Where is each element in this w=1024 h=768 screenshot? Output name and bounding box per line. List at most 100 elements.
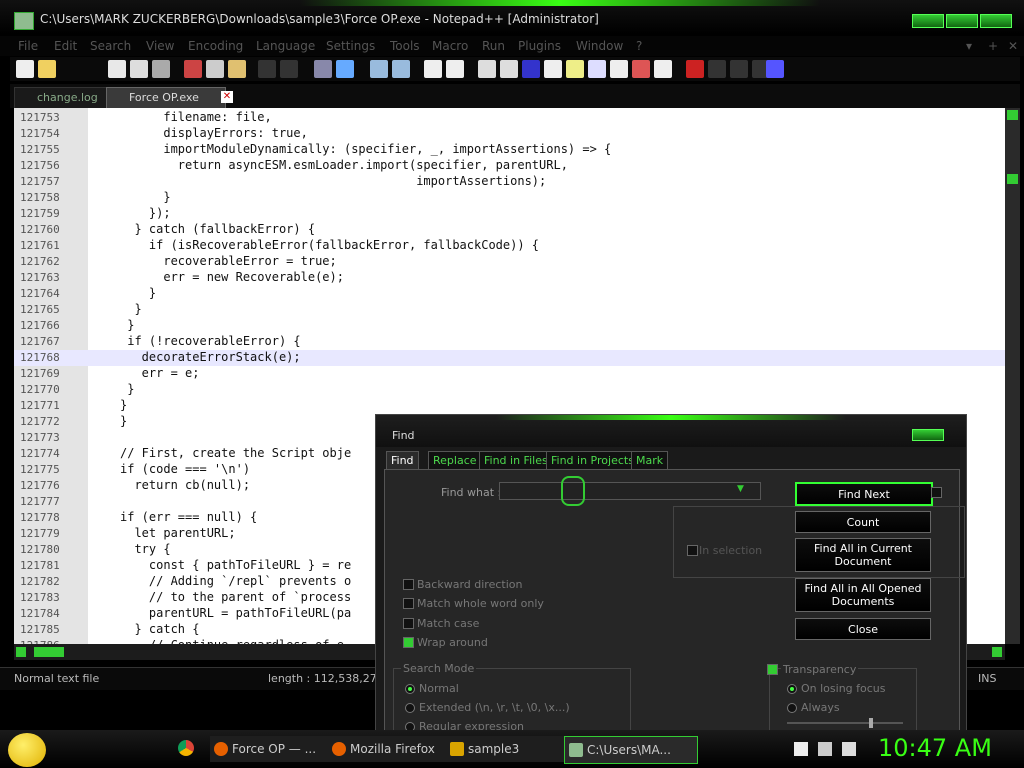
drag-handle-icon[interactable] xyxy=(561,476,585,506)
menu-close-doc-icon[interactable]: ✕ xyxy=(1008,39,1018,53)
firefox-icon xyxy=(214,742,228,756)
menu-help[interactable]: ? xyxy=(636,39,642,53)
transparency-slider-thumb[interactable] xyxy=(869,718,873,728)
print-icon[interactable] xyxy=(152,60,170,78)
monitoring-icon[interactable] xyxy=(632,60,650,78)
menu-plugins[interactable]: Plugins xyxy=(518,39,561,53)
cut-icon[interactable] xyxy=(184,60,202,78)
chevron-down-icon[interactable]: ▼ xyxy=(737,484,744,494)
menu-macro[interactable]: Macro xyxy=(432,39,468,53)
scroll-right-icon[interactable] xyxy=(992,647,1002,657)
network-icon[interactable] xyxy=(818,742,832,756)
menu-dropdown-icon[interactable]: ▾ xyxy=(966,39,972,53)
start-smiley-icon[interactable] xyxy=(8,733,46,767)
tab-find[interactable]: Find xyxy=(386,451,419,471)
action-center-flag-icon[interactable] xyxy=(794,742,808,756)
horizontal-scroll-thumb[interactable] xyxy=(34,647,64,657)
whole-word-checkbox[interactable] xyxy=(403,598,414,609)
code-line: 121767 if (!recoverableError) { xyxy=(14,334,1005,350)
find-close-button[interactable] xyxy=(912,429,944,441)
minimize-button[interactable] xyxy=(912,14,944,28)
find-dialog-titlebar[interactable]: Find xyxy=(376,415,966,447)
save-icon[interactable] xyxy=(108,60,126,78)
scroll-left-icon[interactable] xyxy=(16,647,26,657)
menu-search[interactable]: Search xyxy=(90,39,131,53)
indent-guide-icon[interactable] xyxy=(522,60,540,78)
scroll-thumb[interactable] xyxy=(1007,174,1018,184)
menu-run[interactable]: Run xyxy=(482,39,505,53)
extended-mode-radio[interactable] xyxy=(405,703,415,713)
tab-mark[interactable]: Mark xyxy=(631,451,669,471)
volume-icon[interactable] xyxy=(842,742,856,756)
close-icon[interactable]: ✕ xyxy=(221,91,233,103)
vertical-scrollbar[interactable] xyxy=(1005,108,1020,644)
function-list-icon[interactable] xyxy=(588,60,606,78)
undo-icon[interactable] xyxy=(258,60,276,78)
transparency-slider[interactable] xyxy=(787,718,903,728)
language-icon[interactable] xyxy=(544,60,562,78)
tab-force-op-exe[interactable]: Force OP.exe ✕ xyxy=(106,87,233,109)
doc-map-icon[interactable] xyxy=(566,60,584,78)
zoom-in-icon[interactable] xyxy=(370,60,388,78)
play-macro-icon[interactable] xyxy=(730,60,748,78)
find-all-current-button[interactable]: Find All in Current Document xyxy=(795,538,931,572)
tab-change-log[interactable]: change.log ✕ xyxy=(14,87,127,109)
task-firefox[interactable]: Mozilla Firefox xyxy=(328,736,460,762)
count-button[interactable]: Count xyxy=(795,511,931,533)
code-line: 121761 if (isRecoverableError(fallbackEr… xyxy=(14,238,1005,254)
backward-direction-checkbox[interactable] xyxy=(403,579,414,590)
menu-view[interactable]: View xyxy=(146,39,174,53)
wrap-around-checkbox[interactable] xyxy=(403,637,414,648)
chrome-icon[interactable] xyxy=(178,740,194,756)
find-all-opened-button[interactable]: Find All in All Opened Documents xyxy=(795,578,931,612)
save-all-icon[interactable] xyxy=(130,60,148,78)
tab-find-in-projects[interactable]: Find in Projects xyxy=(546,451,639,471)
replace-icon[interactable] xyxy=(336,60,354,78)
zoom-out-icon[interactable] xyxy=(392,60,410,78)
find-next-option-checkbox[interactable] xyxy=(931,487,942,498)
on-losing-focus-radio[interactable] xyxy=(787,684,797,694)
menu-file[interactable]: File xyxy=(18,39,38,53)
close-button[interactable]: Close xyxy=(795,618,931,640)
clock[interactable]: 10:47 AM xyxy=(878,734,992,762)
line-number: 121774 xyxy=(20,447,60,460)
menu-restore-icon[interactable]: + xyxy=(988,39,998,53)
open-file-icon[interactable] xyxy=(38,60,56,78)
find-next-button[interactable]: Find Next xyxy=(795,482,933,506)
paste-icon[interactable] xyxy=(228,60,246,78)
menu-settings[interactable]: Settings xyxy=(326,39,375,53)
menu-language[interactable]: Language xyxy=(256,39,315,53)
menu-encoding[interactable]: Encoding xyxy=(188,39,243,53)
task-force-op[interactable]: Force OP — ... xyxy=(210,736,342,762)
always-radio[interactable] xyxy=(787,703,797,713)
stop-macro-icon[interactable] xyxy=(708,60,726,78)
find-what-input[interactable] xyxy=(499,482,761,500)
find-icon[interactable] xyxy=(314,60,332,78)
close-window-button[interactable] xyxy=(980,14,1012,28)
normal-mode-radio[interactable] xyxy=(405,684,415,694)
task-sample3[interactable]: sample3 xyxy=(446,736,578,762)
menu-window[interactable]: Window xyxy=(576,39,623,53)
redo-icon[interactable] xyxy=(280,60,298,78)
show-all-chars-icon[interactable] xyxy=(500,60,518,78)
transparency-checkbox[interactable] xyxy=(767,664,778,675)
new-file-icon[interactable] xyxy=(16,60,34,78)
task-notepadpp[interactable]: C:\Users\MA... xyxy=(564,736,698,764)
word-wrap-icon[interactable] xyxy=(478,60,496,78)
scroll-up-icon[interactable] xyxy=(1007,110,1018,120)
match-case-checkbox[interactable] xyxy=(403,618,414,629)
in-selection-checkbox[interactable] xyxy=(687,545,698,556)
title-bar: C:\Users\MARK ZUCKERBERG\Downloads\sampl… xyxy=(0,0,1024,34)
maximize-button[interactable] xyxy=(946,14,978,28)
eye-icon[interactable] xyxy=(654,60,672,78)
tab-find-in-files[interactable]: Find in Files xyxy=(479,451,553,471)
copy-icon[interactable] xyxy=(206,60,224,78)
sync-vertical-icon[interactable] xyxy=(424,60,442,78)
sync-horizontal-icon[interactable] xyxy=(446,60,464,78)
tab-replace[interactable]: Replace xyxy=(428,451,482,471)
folder-workspace-icon[interactable] xyxy=(610,60,628,78)
record-macro-icon[interactable] xyxy=(686,60,704,78)
save-macro-icon[interactable] xyxy=(766,60,784,78)
menu-tools[interactable]: Tools xyxy=(390,39,420,53)
menu-edit[interactable]: Edit xyxy=(54,39,77,53)
